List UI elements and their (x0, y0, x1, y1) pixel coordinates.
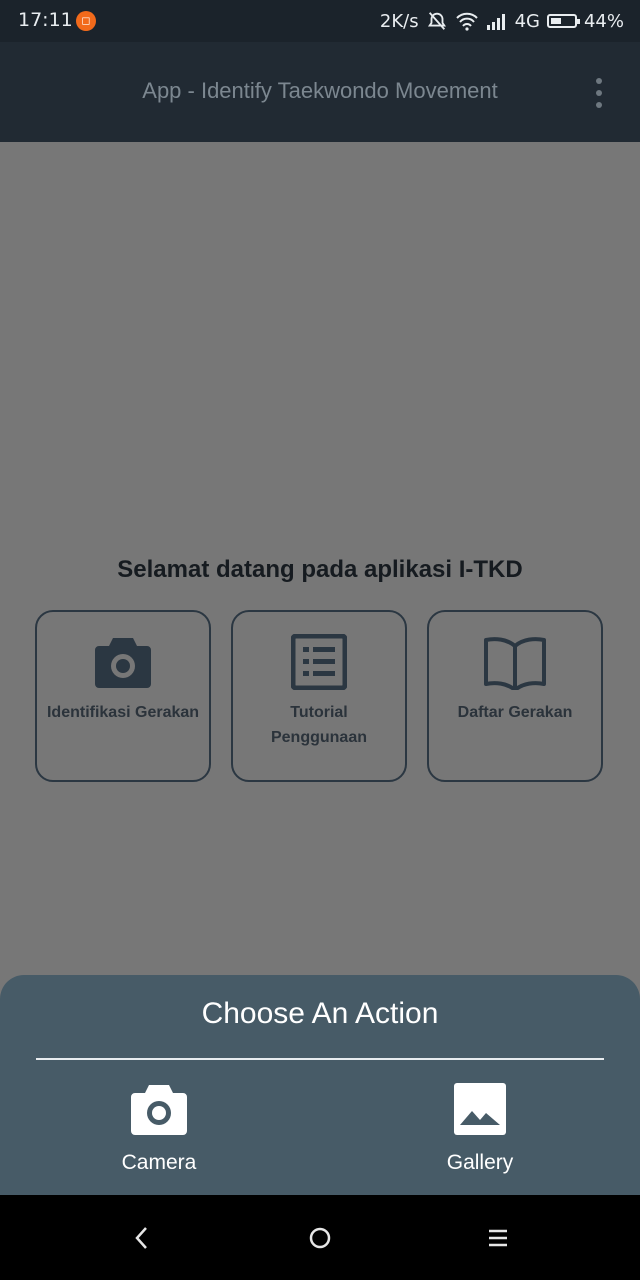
main-content: Selamat datang pada aplikasi I-TKD Ident… (0, 142, 640, 975)
gallery-button[interactable]: Gallery (390, 1081, 570, 1175)
card-label: Daftar Gerakan (457, 704, 573, 721)
status-time: 17:11 (18, 9, 73, 31)
gallery-label: Gallery (446, 1151, 514, 1174)
camera-label: Camera (121, 1151, 197, 1174)
back-icon[interactable] (127, 1223, 157, 1253)
recents-icon[interactable] (483, 1223, 513, 1253)
card-label: Identifikasi Gerakan (46, 704, 200, 721)
sheet-title: Choose An Action (201, 997, 439, 1030)
list-icon (291, 634, 347, 690)
alarm-off-icon (427, 12, 446, 30)
network-speed: 2K/s (379, 10, 419, 32)
status-bar: 17:11 ◻ 2K/s 4G 44% (0, 0, 640, 42)
book-icon (484, 637, 546, 690)
status-icons: 2K/s 4G 44% (380, 9, 624, 33)
more-vertical-icon[interactable] (594, 78, 604, 108)
app-bar: App - Identify Taekwondo Movement (0, 42, 640, 142)
battery-percent: 44% (583, 10, 624, 32)
image-icon (454, 1083, 506, 1135)
welcome-heading: Selamat datang pada aplikasi I-TKD (117, 556, 523, 583)
action-bottom-sheet: Choose An Action Camera Gallery (0, 975, 640, 1195)
camera-icon (95, 638, 151, 688)
camera-icon (131, 1085, 187, 1135)
app-title: App - Identify Taekwondo Movement (142, 78, 498, 103)
battery-icon (546, 14, 580, 28)
app-notification-icon: ◻ (76, 11, 96, 31)
camera-button[interactable]: Camera (69, 1081, 249, 1175)
network-type: 4G (514, 10, 540, 32)
navigation-bar (0, 1195, 640, 1280)
card-identifikasi-gerakan[interactable]: Identifikasi Gerakan (35, 610, 211, 782)
card-daftar-gerakan[interactable]: Daftar Gerakan (427, 610, 603, 782)
sheet-divider (36, 1058, 604, 1060)
signal-icon (486, 14, 505, 30)
card-tutorial-penggunaan[interactable]: Tutorial Penggunaan (231, 610, 407, 782)
home-icon[interactable] (305, 1223, 335, 1253)
card-label: Tutorial Penggunaan (270, 704, 367, 746)
wifi-icon (455, 12, 478, 31)
